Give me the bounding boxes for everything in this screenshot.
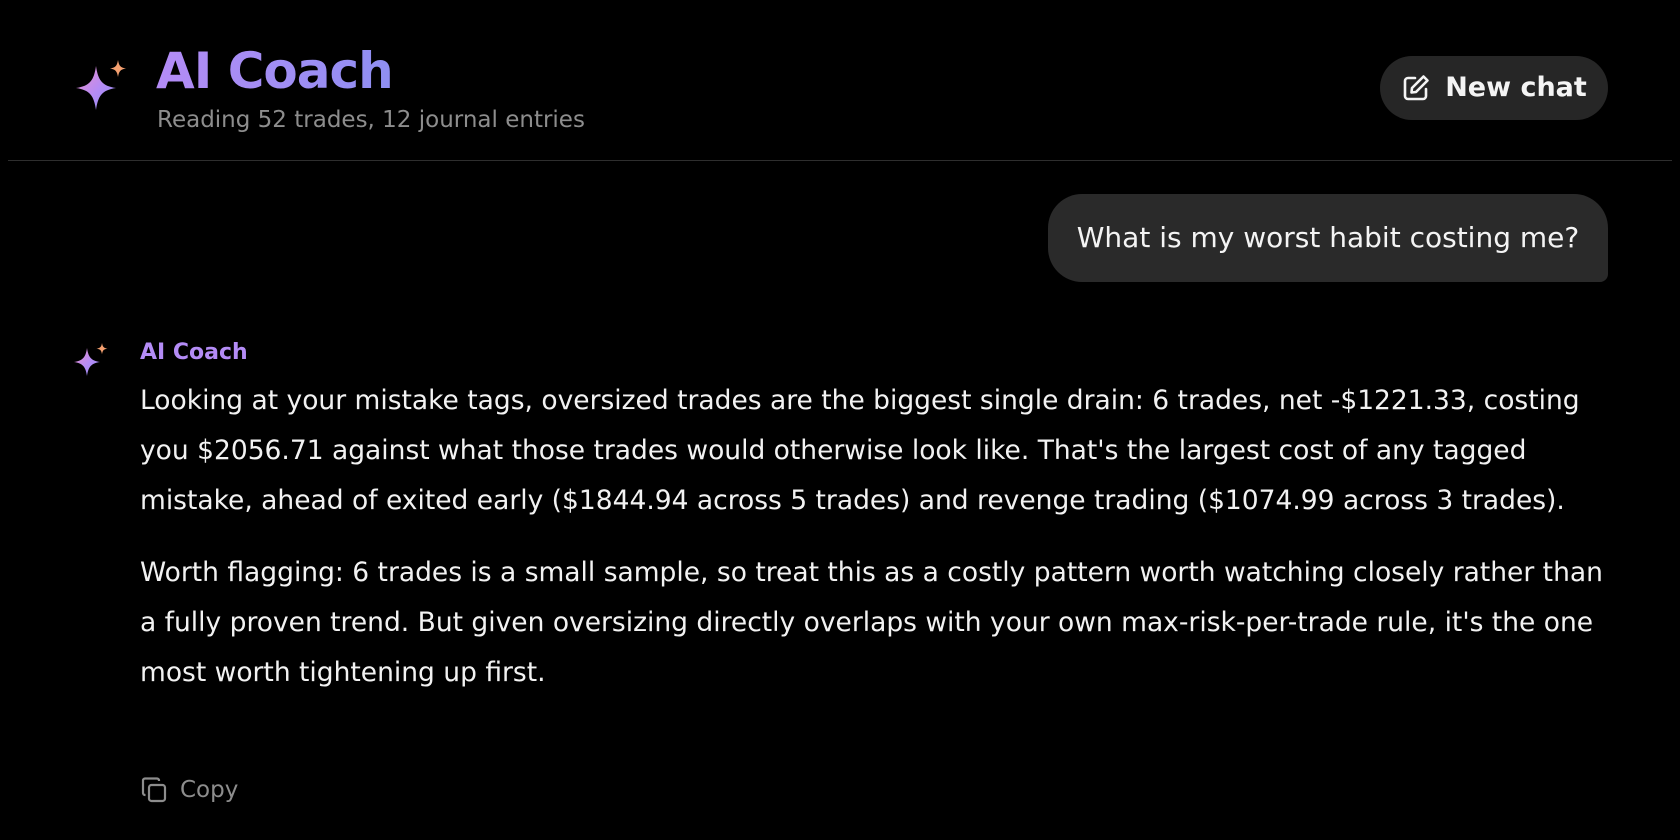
assistant-name: AI Coach (140, 340, 248, 365)
copy-icon (141, 777, 167, 803)
sparkles-icon (76, 60, 126, 110)
assistant-sparkles-icon (74, 343, 108, 376)
page-title: AI Coach (156, 42, 394, 100)
user-message-bubble: What is my worst habit costing me? (1048, 194, 1608, 282)
assistant-paragraph: Looking at your mistake tags, oversized … (140, 385, 1580, 516)
new-chat-button[interactable]: New chat (1380, 56, 1608, 120)
copy-label: Copy (180, 777, 239, 803)
copy-button[interactable]: Copy (140, 772, 238, 808)
header-divider (8, 160, 1672, 161)
user-message-text: What is my worst habit costing me? (1076, 221, 1580, 254)
page-subtitle: Reading 52 trades, 12 journal entries (157, 107, 585, 133)
ai-coach-page: AI Coach Reading 52 trades, 12 journal e… (0, 0, 1680, 840)
assistant-message: Looking at your mistake tags, oversized … (140, 376, 1610, 698)
assistant-paragraph: Worth flagging: 6 trades is a small samp… (140, 557, 1603, 688)
new-chat-label: New chat (1445, 72, 1587, 103)
header: AI Coach Reading 52 trades, 12 journal e… (0, 0, 1680, 162)
edit-icon (1403, 75, 1429, 101)
